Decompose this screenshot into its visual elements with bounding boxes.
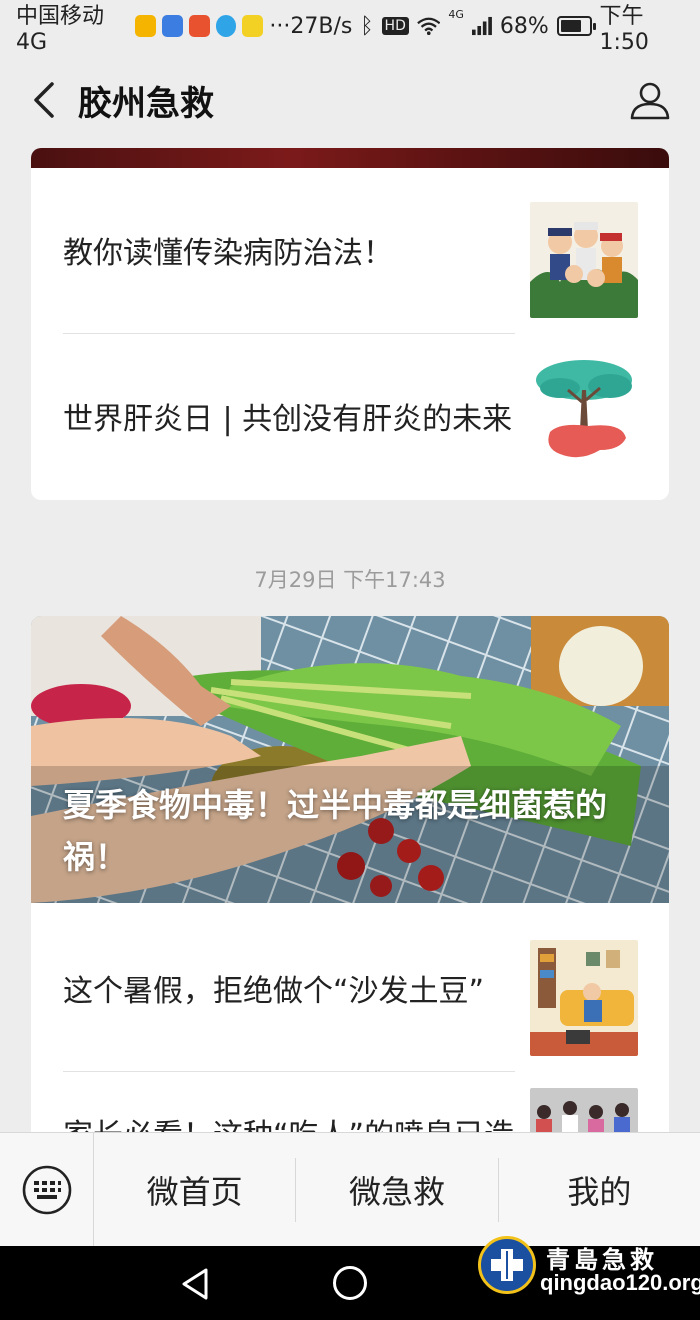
- article-thumbnail: [530, 350, 638, 466]
- profile-icon[interactable]: [620, 70, 680, 130]
- wifi-icon: [417, 17, 441, 36]
- net-type: 4G: [448, 7, 464, 21]
- qingdao120-watermark: 青島急救 qingdao120.org: [478, 1236, 700, 1300]
- browser-app-icon: [215, 15, 237, 37]
- carrier-label: 中国移动4G: [16, 3, 105, 55]
- battery-fill: [560, 20, 582, 32]
- article-item[interactable]: 世界肝炎日 | 共创没有肝炎的未来: [31, 334, 669, 498]
- watermark-url: qingdao120.org: [540, 1270, 700, 1295]
- bluetooth-icon: ᛒ: [360, 13, 374, 39]
- more-notifications: ···: [269, 13, 291, 39]
- system-back-icon[interactable]: [176, 1264, 216, 1304]
- net-speed: 27B/s: [290, 13, 353, 39]
- menu-item-mine[interactable]: 我的: [499, 1133, 700, 1247]
- tools-app-icon: [242, 15, 264, 37]
- article-item[interactable]: 这个暑假，拒绝做个“沙发土豆”: [31, 906, 669, 1070]
- nav-bar: 胶州急救: [0, 52, 700, 148]
- notes-app-icon: [161, 15, 183, 37]
- article-thumbnail: [530, 940, 638, 1056]
- clock: 下午1:50: [599, 3, 649, 55]
- menu-item-home[interactable]: 微首页: [94, 1133, 295, 1247]
- page-title: 胶州急救: [78, 83, 214, 124]
- article-item[interactable]: 家长必看！这种“吃人”的喷泉已造: [31, 1072, 669, 1132]
- keyboard-toggle-button[interactable]: [0, 1132, 94, 1247]
- keyboard-icon: [22, 1165, 71, 1214]
- article-thumbnail: [530, 1088, 638, 1132]
- hd-badge: HD: [381, 17, 409, 35]
- back-icon[interactable]: [14, 70, 74, 130]
- menu-item-first-aid[interactable]: 微急救: [296, 1133, 497, 1247]
- listen-app-icon: [188, 15, 210, 37]
- bottom-menu: 微首页 微急救 我的: [0, 1132, 700, 1247]
- hero-article[interactable]: 夏季食物中毒！过半中毒都是细菌惹的祸！: [31, 616, 669, 903]
- system-home-icon[interactable]: [333, 1266, 367, 1300]
- article-title: 家长必看！这种“吃人”的喷泉已造: [63, 1110, 519, 1132]
- battery-icon: [556, 16, 596, 36]
- signal-icon: [471, 16, 492, 36]
- hero-image-bottom: [31, 148, 669, 168]
- ambulance-seal-logo: [478, 1236, 536, 1294]
- article-title: 这个暑假，拒绝做个“沙发土豆”: [63, 974, 485, 1009]
- message-timestamp: 7月29日 下午17:43: [254, 568, 446, 592]
- article-thumbnail: [530, 202, 638, 318]
- message-feed[interactable]: 教你读懂传染病防治法！ 世界肝炎日 | 共创没有肝炎的未来 7月29日 下午17…: [0, 148, 700, 1132]
- hero-title: 夏季食物中毒！过半中毒都是细菌惹的祸！: [63, 786, 608, 876]
- status-bar: 中国移动4G ··· 27B/s ᛒ HD 4G 68% 下午1:50: [0, 0, 700, 55]
- article-title: 教你读懂传染病防治法！: [63, 236, 393, 271]
- weibo-app-icon: [134, 15, 156, 37]
- article-card: 夏季食物中毒！过半中毒都是细菌惹的祸！ 这个暑假，拒绝做个“沙发土豆”: [31, 616, 669, 1132]
- article-item[interactable]: 教你读懂传染病防治法！: [31, 168, 669, 332]
- article-title: 世界肝炎日 | 共创没有肝炎的未来: [63, 402, 513, 437]
- article-card: 教你读懂传染病防治法！ 世界肝炎日 | 共创没有肝炎的未来: [31, 148, 669, 500]
- battery-percent: 68%: [499, 13, 549, 39]
